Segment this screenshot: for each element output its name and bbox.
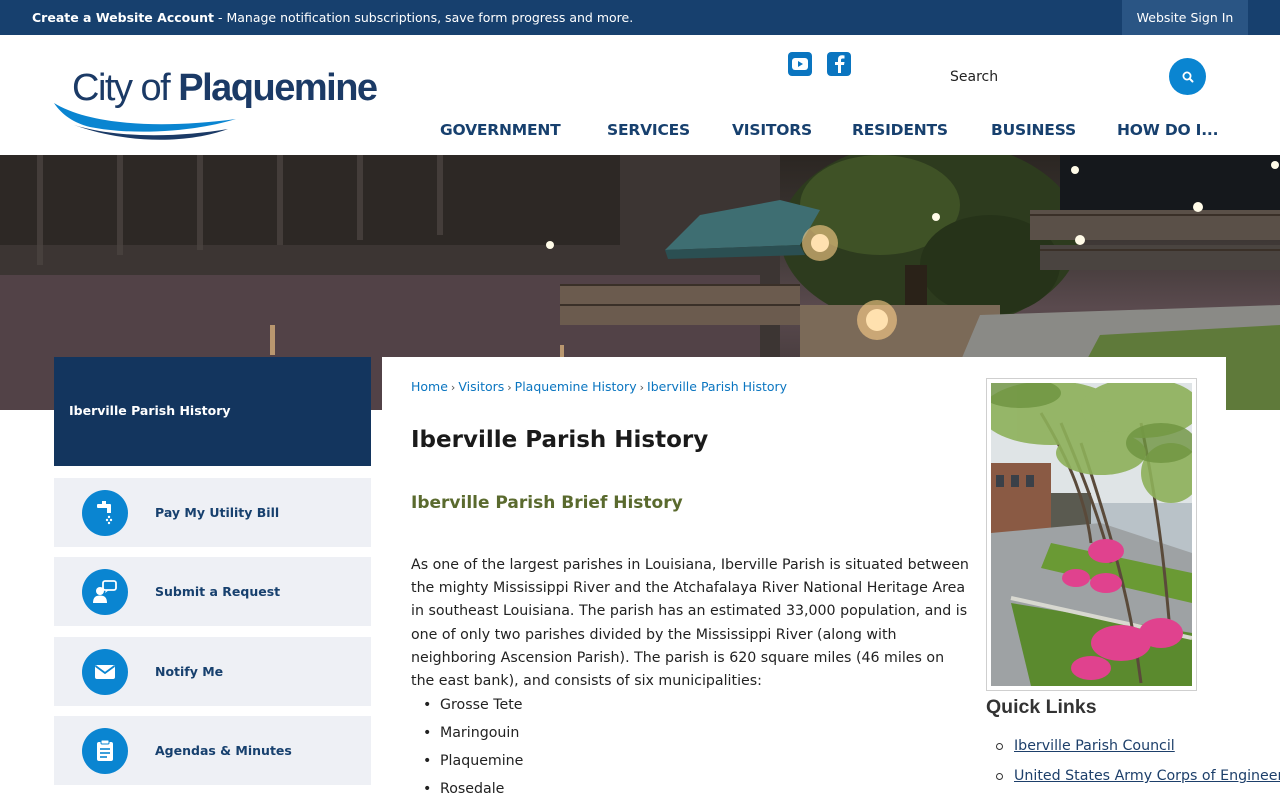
list-item: Maringouin bbox=[411, 722, 523, 750]
youtube-icon[interactable] bbox=[788, 52, 812, 76]
create-account-link[interactable]: Create a Website Account - Manage notifi… bbox=[32, 10, 633, 25]
breadcrumb-separator: › bbox=[639, 381, 645, 394]
site-header: City of Plaquemine GOVERNMENT SERVICES V… bbox=[0, 35, 1280, 155]
list-item: Grosse Tete bbox=[411, 694, 523, 722]
search-icon bbox=[1182, 71, 1193, 82]
faucet-icon bbox=[82, 490, 128, 536]
nav-government[interactable]: GOVERNMENT bbox=[440, 121, 561, 139]
breadcrumb-current[interactable]: Iberville Parish History bbox=[647, 379, 787, 394]
nav-visitors[interactable]: VISITORS bbox=[732, 121, 812, 139]
facebook-icon[interactable] bbox=[827, 52, 851, 76]
breadcrumb: Home › Visitors › Plaquemine History › Ibervil… bbox=[411, 379, 787, 394]
submit-request-button[interactable]: Submit a Request bbox=[54, 557, 371, 626]
list-item: Rosedale bbox=[411, 778, 523, 800]
top-bar: Create a Website Account - Manage notifi… bbox=[0, 0, 1280, 35]
nav-residents[interactable]: RESIDENTS bbox=[852, 121, 948, 139]
page-title: Iberville Parish History bbox=[411, 427, 709, 453]
municipality-list: Grosse Tete Maringouin Plaquemine Roseda… bbox=[411, 694, 523, 800]
notify-me-label: Notify Me bbox=[155, 664, 224, 679]
envelope-icon bbox=[82, 649, 128, 695]
list-item: United States Army Corps of Engineers bbox=[996, 767, 1280, 797]
create-account-label: Create a Website Account bbox=[32, 10, 214, 25]
pay-utility-bill-button[interactable]: Pay My Utility Bill bbox=[54, 478, 371, 547]
nav-business[interactable]: BUSINESS bbox=[991, 121, 1076, 139]
document-icon bbox=[82, 728, 128, 774]
breadcrumb-separator: › bbox=[507, 381, 512, 394]
create-account-description: - Manage notification subscriptions, sav… bbox=[214, 10, 634, 25]
person-chat-icon bbox=[82, 569, 128, 615]
submit-request-label: Submit a Request bbox=[155, 584, 281, 599]
breadcrumb-home[interactable]: Home bbox=[411, 379, 448, 394]
website-sign-in-button[interactable]: Website Sign In bbox=[1122, 0, 1248, 35]
list-item: Plaquemine bbox=[411, 750, 523, 778]
search-box bbox=[942, 57, 1208, 97]
pay-utility-bill-label: Pay My Utility Bill bbox=[155, 505, 280, 520]
history-paragraph: As one of the largest parishes in Louisi… bbox=[411, 557, 969, 690]
quick-link-iberville-parish-council[interactable]: Iberville Parish Council bbox=[1014, 738, 1175, 754]
quick-link-army-corps-engineers[interactable]: United States Army Corps of Engineers bbox=[1014, 768, 1280, 784]
sidebar-section-title: Iberville Parish History bbox=[54, 357, 371, 466]
breadcrumb-plaquemine-history[interactable]: Plaquemine History bbox=[515, 379, 637, 394]
street-photo bbox=[986, 378, 1197, 691]
quick-links-list: Iberville Parish Council United States A… bbox=[996, 737, 1280, 797]
section-subtitle: Iberville Parish Brief History bbox=[411, 493, 683, 513]
agendas-minutes-button[interactable]: Agendas & Minutes bbox=[54, 716, 371, 785]
breadcrumb-visitors[interactable]: Visitors bbox=[458, 379, 504, 394]
search-input[interactable] bbox=[942, 57, 1162, 97]
agendas-minutes-label: Agendas & Minutes bbox=[155, 743, 292, 758]
notify-me-button[interactable]: Notify Me bbox=[54, 637, 371, 706]
search-button[interactable] bbox=[1169, 58, 1206, 95]
breadcrumb-separator: › bbox=[450, 381, 456, 394]
sidebar-title-label: Iberville Parish History bbox=[69, 403, 231, 418]
main-content: Home › Visitors › Plaquemine History › Ibervil… bbox=[382, 357, 1280, 800]
quick-links-title: Quick Links bbox=[986, 696, 1097, 718]
nav-services[interactable]: SERVICES bbox=[607, 121, 690, 139]
list-item: Iberville Parish Council bbox=[996, 737, 1280, 767]
main-nav: GOVERNMENT SERVICES VISITORS RESIDENTS B… bbox=[0, 121, 1280, 145]
nav-how-do-i[interactable]: HOW DO I... bbox=[1117, 121, 1219, 139]
